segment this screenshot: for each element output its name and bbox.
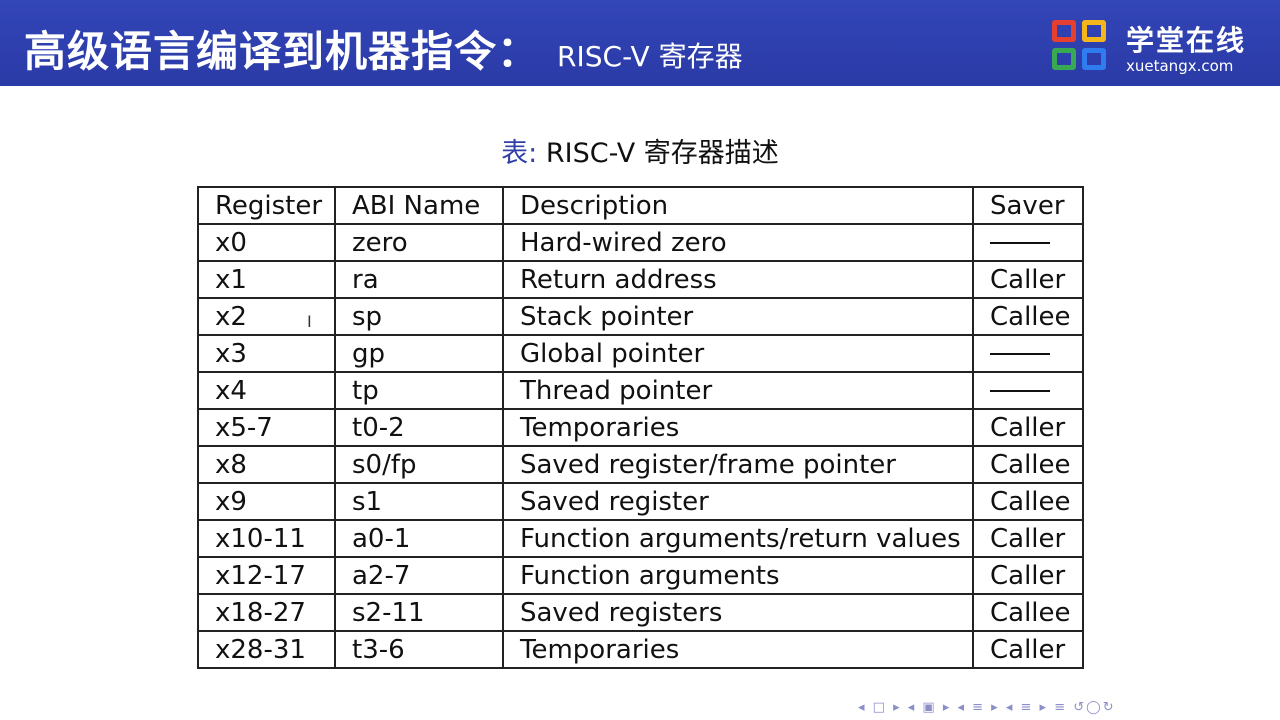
cell-abi-name: t3-6 <box>334 630 504 669</box>
cell-description: Saved register <box>502 482 974 521</box>
cell-saver: Caller <box>972 260 1084 299</box>
cell-description: Hard-wired zero <box>502 223 974 262</box>
cell-register: x2 <box>197 297 336 336</box>
table-header-row: Register ABI Name Description Saver <box>197 186 1084 225</box>
text-cursor-icon: I <box>307 312 312 331</box>
cell-description: Thread pointer <box>502 371 974 410</box>
table-row: x28-31 t3-6 Temporaries Caller <box>197 630 1084 669</box>
nav-prev-frame-icon[interactable]: ◂ ▣ ▸ <box>908 700 952 715</box>
logo-name: 学堂在线 <box>1126 23 1247 57</box>
cell-saver: Callee <box>972 593 1084 632</box>
cell-saver <box>972 334 1084 373</box>
cell-register: x0 <box>197 223 336 262</box>
column-header-abi-name: ABI Name <box>334 186 504 225</box>
cell-abi-name: s1 <box>334 482 504 521</box>
cell-saver: Caller <box>972 630 1084 669</box>
table-row: x8 s0/fp Saved register/frame pointer Calle… <box>197 445 1084 484</box>
cell-saver: Callee <box>972 445 1084 484</box>
table-row: x4 tp Thread pointer <box>197 371 1084 410</box>
cell-register: x8 <box>197 445 336 484</box>
cell-register: x9 <box>197 482 336 521</box>
cell-description: Function arguments <box>502 556 974 595</box>
cell-abi-name: s2-11 <box>334 593 504 632</box>
saver-none-dash <box>990 353 1050 355</box>
slide-title-separator: ： <box>497 27 540 76</box>
cell-description: Global pointer <box>502 334 974 373</box>
table-row: x0 zero Hard-wired zero <box>197 223 1084 262</box>
table-row: x3 gp Global pointer <box>197 334 1084 373</box>
slide-title-sub: RISC-V 寄存器 <box>557 40 743 73</box>
slide-title-main: 高级语言编译到机器指令 <box>24 27 498 76</box>
saver-none-dash <box>990 390 1050 392</box>
table-row: x1 ra Return address Caller <box>197 260 1084 299</box>
cell-register: x5-7 <box>197 408 336 447</box>
cell-description: Saved register/frame pointer <box>502 445 974 484</box>
cell-register: x18-27 <box>197 593 336 632</box>
table-row: x12-17 a2-7 Function arguments Caller <box>197 556 1084 595</box>
cell-register: x3 <box>197 334 336 373</box>
cell-description: Stack pointer <box>502 297 974 336</box>
cell-abi-name: a2-7 <box>334 556 504 595</box>
table-row: x10-11 a0-1 Function arguments/return valu… <box>197 519 1084 558</box>
cell-abi-name: a0-1 <box>334 519 504 558</box>
cell-saver: Caller <box>972 519 1084 558</box>
nav-align-icon[interactable]: ≡ <box>1054 700 1067 715</box>
cell-abi-name: tp <box>334 371 504 410</box>
column-header-register: Register <box>197 186 336 225</box>
cell-saver <box>972 371 1084 410</box>
register-table: Register ABI Name Description Saver x0 ze… <box>197 186 1084 669</box>
nav-prev-subsection-icon[interactable]: ◂ ≡ ▸ <box>1006 700 1048 715</box>
cell-register: x12-17 <box>197 556 336 595</box>
slide-title: 高级语言编译到机器指令 ： RISC-V 寄存器 <box>24 18 743 79</box>
cell-saver <box>972 223 1084 262</box>
cell-description: Temporaries <box>502 408 974 447</box>
beamer-navigation[interactable]: ◂ □ ▸ ◂ ▣ ▸ ◂ ≡ ▸ ◂ ≡ ▸ ≡ ↺◯↻ <box>858 700 1116 715</box>
cell-saver: Callee <box>972 482 1084 521</box>
cell-abi-name: ra <box>334 260 504 299</box>
cell-saver: Callee <box>972 297 1084 336</box>
cell-description: Return address <box>502 260 974 299</box>
nav-first-icon[interactable]: ◂ □ ▸ <box>858 700 902 715</box>
table-caption-prefix: 表: <box>501 138 538 169</box>
cell-description: Saved registers <box>502 593 974 632</box>
cell-register: x4 <box>197 371 336 410</box>
table-row: x9 s1 Saved register Callee <box>197 482 1084 521</box>
column-header-description: Description <box>502 186 974 225</box>
nav-prev-section-icon[interactable]: ◂ ≡ ▸ <box>958 700 1000 715</box>
cell-register: x28-31 <box>197 630 336 669</box>
column-header-saver: Saver <box>972 186 1084 225</box>
cell-abi-name: zero <box>334 223 504 262</box>
cell-register: x10-11 <box>197 519 336 558</box>
cell-abi-name: t0-2 <box>334 408 504 447</box>
saver-none-dash <box>990 242 1050 244</box>
cell-abi-name: s0/fp <box>334 445 504 484</box>
table-body: x0 zero Hard-wired zero x1 ra Return address C… <box>197 223 1084 669</box>
cell-abi-name: gp <box>334 334 504 373</box>
table-row: x5-7 t0-2 Temporaries Caller <box>197 408 1084 447</box>
cell-saver: Caller <box>972 556 1084 595</box>
table-row: x2 sp Stack pointer Callee <box>197 297 1084 336</box>
xuetangx-logo: 学堂在线 xuetangx.com <box>1052 20 1246 80</box>
cell-abi-name: sp <box>334 297 504 336</box>
table-caption: 表: RISC-V 寄存器描述 <box>0 131 1280 170</box>
cell-description: Function arguments/return values <box>502 519 974 558</box>
slide-header: 高级语言编译到机器指令 ： RISC-V 寄存器 学堂在线 xuetangx.c… <box>0 0 1280 86</box>
cell-saver: Caller <box>972 408 1084 447</box>
table-caption-text: RISC-V 寄存器描述 <box>545 138 779 169</box>
cell-register: x1 <box>197 260 336 299</box>
xuetangx-logo-icon <box>1052 20 1116 80</box>
nav-search-icon[interactable]: ↺◯↻ <box>1073 700 1115 715</box>
logo-domain: xuetangx.com <box>1126 56 1234 75</box>
cell-description: Temporaries <box>502 630 974 669</box>
table-row: x18-27 s2-11 Saved registers Callee <box>197 593 1084 632</box>
